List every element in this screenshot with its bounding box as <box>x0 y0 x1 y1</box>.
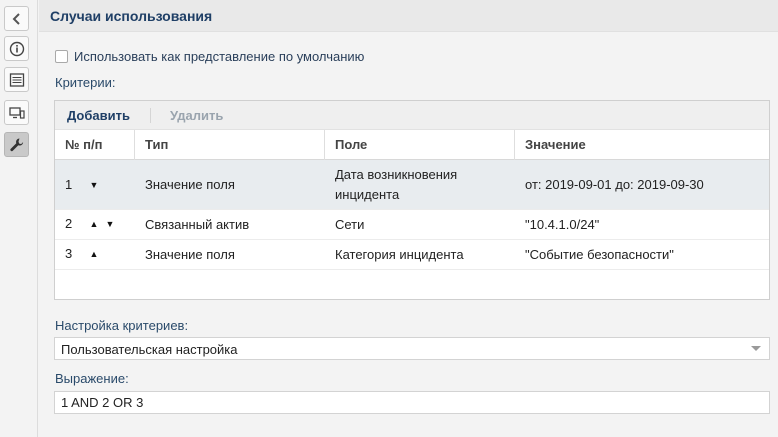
row-number: 3 <box>65 246 73 261</box>
criteria-grid: Добавить Удалить № п/п Тип Поле Значение… <box>54 100 770 300</box>
panel-header: Случаи использования <box>39 0 778 32</box>
row-value: "10.4.1.0/24" <box>525 217 600 232</box>
row-value: от: 2019-09-01 до: 2019-09-30 <box>525 177 704 192</box>
toolbar-divider <box>150 108 151 123</box>
monitor-button[interactable] <box>4 100 29 125</box>
list-button[interactable] <box>4 67 29 92</box>
move-down-icon[interactable]: ▼ <box>103 214 117 234</box>
criteria-settings-select[interactable]: Пользовательская настройка <box>54 337 770 360</box>
table-header: № п/п Тип Поле Значение <box>55 130 769 160</box>
chevron-down-icon[interactable] <box>751 346 761 351</box>
info-button[interactable] <box>4 36 29 61</box>
row-type: Значение поля <box>145 247 235 262</box>
expression-label: Выражение: <box>55 371 129 386</box>
monitor-icon <box>8 106 25 119</box>
add-button[interactable]: Добавить <box>67 108 130 123</box>
table-row[interactable]: 1 ▼ Значение поля Дата возникновения инц… <box>55 160 769 210</box>
info-icon <box>9 41 24 56</box>
default-view-label: Использовать как представление по умолча… <box>74 49 365 64</box>
table-row[interactable]: 2 ▲ ▼ Связанный актив Сети "10.4.1.0/24" <box>55 210 769 240</box>
row-number: 2 <box>65 216 73 231</box>
row-num-cell: 1 ▼ <box>55 160 135 210</box>
settings-button[interactable] <box>4 132 29 157</box>
row-field: Сети <box>335 217 365 232</box>
move-up-icon[interactable]: ▲ <box>87 214 101 234</box>
row-value: "Событие безопасности" <box>525 247 674 262</box>
column-header-type[interactable]: Тип <box>135 130 325 160</box>
column-header-field[interactable]: Поле <box>325 130 515 160</box>
chevron-left-icon <box>12 12 20 25</box>
row-type: Связанный актив <box>145 217 250 232</box>
wrench-icon <box>9 138 23 151</box>
table-row[interactable]: 3 ▲ Значение поля Категория инцидента "С… <box>55 240 769 270</box>
criteria-settings-label: Настройка критериев: <box>55 318 189 333</box>
row-type: Значение поля <box>145 177 235 192</box>
row-field: Категория инцидента <box>335 247 464 262</box>
row-num-cell: 3 ▲ <box>55 240 135 270</box>
row-field: Дата возникновения инцидента <box>335 167 458 202</box>
back-button[interactable] <box>4 6 29 31</box>
default-view-checkbox[interactable] <box>55 50 68 63</box>
criteria-settings-value: Пользовательская настройка <box>61 342 238 357</box>
main-panel: Случаи использования Использовать как пр… <box>39 0 778 437</box>
left-sidebar <box>0 0 38 437</box>
criteria-toolbar: Добавить Удалить <box>55 101 769 130</box>
page-title: Случаи использования <box>50 8 213 24</box>
criteria-label: Критерии: <box>55 75 116 90</box>
list-icon <box>9 72 24 87</box>
move-up-icon[interactable]: ▲ <box>87 244 101 264</box>
expression-input[interactable]: 1 AND 2 OR 3 <box>54 391 770 414</box>
column-header-num[interactable]: № п/п <box>55 130 135 160</box>
row-num-cell: 2 ▲ ▼ <box>55 210 135 240</box>
move-down-icon[interactable]: ▼ <box>87 175 101 195</box>
delete-button[interactable]: Удалить <box>170 108 223 123</box>
default-view-option[interactable]: Использовать как представление по умолча… <box>55 49 364 64</box>
column-header-value[interactable]: Значение <box>515 130 769 160</box>
row-number: 1 <box>65 177 73 192</box>
